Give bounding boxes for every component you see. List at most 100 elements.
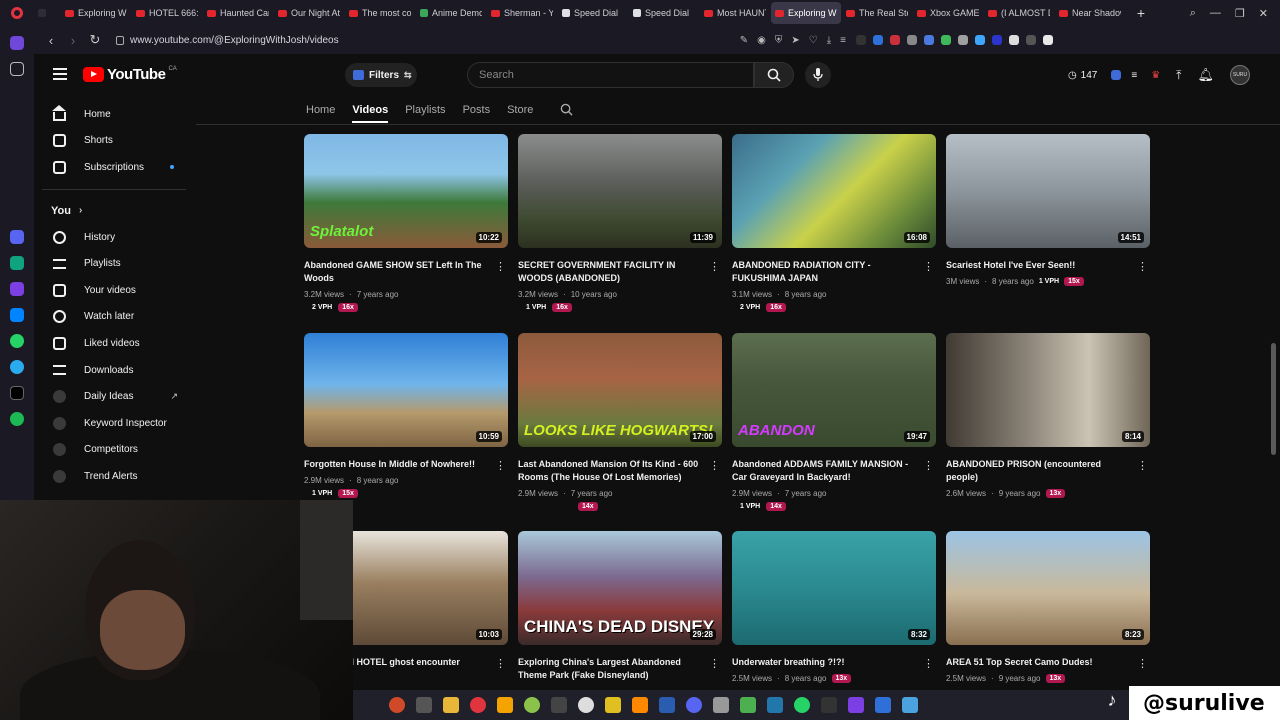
more-options-icon[interactable]: ⋮ [709,657,720,670]
more-options-icon[interactable]: ⋮ [1137,657,1148,670]
browser-tab[interactable]: Speed Dial [558,2,628,24]
video-card[interactable]: CHINA'S DEAD DISNEY 29:28 Exploring China'… [518,531,722,682]
new-tab-icon[interactable]: + [1132,4,1150,22]
video-thumbnail[interactable]: 11:39 [518,134,722,248]
extension-icon[interactable] [975,35,985,45]
sidebar-item-liked-videos[interactable]: Liked videos [34,330,194,357]
search-button[interactable] [754,62,794,88]
bookmarks-icon[interactable] [10,62,24,76]
minimize-icon[interactable]: — [1210,7,1221,20]
extension-icon[interactable] [890,35,900,45]
taskbar-app-icon[interactable] [551,697,567,713]
video-title[interactable]: Abandoned GAME SHOW SET Left In The Wood… [304,259,508,285]
video-title[interactable]: ABANDONED RADIATION CITY - FUKUSHIMA JAP… [732,259,936,285]
sidebar-item-trend-alerts[interactable]: Trend Alerts [34,463,194,490]
sidebar-item-competitors[interactable]: Competitors [34,437,194,464]
video-thumbnail[interactable]: 8:32 [732,531,936,645]
watch-counter[interactable]: ◷ 147 ≡ ♛ [1068,70,1160,81]
browser-tab[interactable]: Anime Demon [416,2,486,24]
reload-icon[interactable]: ↻ [84,32,106,48]
extension-icon[interactable] [1111,70,1122,80]
sidebar-you-header[interactable]: You › [34,198,194,224]
back-icon[interactable]: ‹ [40,33,62,48]
video-card[interactable]: 8:23 AREA 51 Top Secret Camo Dudes! ⋮ 2.5M … [946,531,1150,683]
video-thumbnail[interactable]: 10:59 [304,333,508,447]
sidebar-item-keyword-inspector[interactable]: Keyword Inspector [34,410,194,437]
taskbar-app-icon[interactable] [389,697,405,713]
taskbar-app-icon[interactable] [524,697,540,713]
browser-tab[interactable]: Sherman - Yo [487,2,557,24]
heart-icon[interactable]: ♡ [809,35,818,46]
sidebar-item-playlists[interactable]: Playlists [34,250,194,277]
upload-icon[interactable]: ⤒ [1176,68,1181,83]
close-window-icon[interactable]: ✕ [1259,7,1268,20]
taskbar-app-icon[interactable] [848,697,864,713]
taskbar-app-icon[interactable] [767,697,783,713]
more-options-icon[interactable]: ⋮ [1137,459,1148,472]
messenger-icon[interactable] [10,308,24,322]
sidebar-item-history[interactable]: History [34,224,194,251]
more-options-icon[interactable]: ⋮ [709,260,720,273]
notifications-icon[interactable]: 🔔︎ [1197,67,1214,83]
browser-tab[interactable]: Most HAUNT [700,2,770,24]
folder-icon[interactable] [443,697,459,713]
video-thumbnail[interactable]: 16:08 [732,134,936,248]
taskbar-app-icon[interactable] [875,697,891,713]
browser-tab[interactable]: HOTEL 666: D [132,2,202,24]
extension-icon[interactable] [1026,35,1036,45]
video-thumbnail[interactable]: 8:14 [946,333,1150,447]
camera-icon[interactable]: ◉ [757,35,766,46]
video-title[interactable]: Exploring China's Largest Abandoned Them… [518,656,722,682]
browser-tab[interactable]: Speed Dial [629,2,699,24]
x-icon[interactable] [10,386,24,400]
browser-tab[interactable]: Exploring With [61,2,131,24]
video-card[interactable]: 11:39 SECRET GOVERNMENT FACILITY IN WOODS… [518,134,722,312]
taskbar-app-icon[interactable] [902,697,918,713]
video-card[interactable]: 8:14 ABANDONED PRISON (encountered people… [946,333,1150,498]
video-card[interactable]: LOOKS LIKE HOGWARTS! 17:00 Last Abandoned … [518,333,722,511]
video-title[interactable]: Last Abandoned Mansion Of Its Kind - 600… [518,458,722,484]
browser-tab[interactable]: Xbox GAME P [913,2,983,24]
download-icon[interactable]: ⤓ [827,35,831,46]
video-thumbnail[interactable]: CHINA'S DEAD DISNEY 29:28 [518,531,722,645]
maximize-icon[interactable]: ❐ [1235,7,1245,20]
search-input[interactable]: Search [467,62,754,88]
video-thumbnail[interactable]: LOOKS LIKE HOGWARTS! 17:00 [518,333,722,447]
more-options-icon[interactable]: ⋮ [709,459,720,472]
spotify-icon[interactable] [10,412,24,426]
tab-store[interactable]: Store [507,104,533,116]
browser-tab[interactable]: Haunted Cam [203,2,273,24]
trophy-icon[interactable]: ♛ [1151,70,1160,81]
edit-icon[interactable]: ✎ [740,35,748,46]
filters-button[interactable]: Filters ⇆ [345,63,417,87]
more-options-icon[interactable]: ⋮ [495,260,506,273]
vlc-icon[interactable] [632,697,648,713]
browser-tab[interactable]: Exploring With Josh - Y [771,2,841,24]
video-card[interactable]: Splatalot 10:22 Abandoned GAME SHOW SET Le… [304,134,508,312]
video-card[interactable]: 16:08 ABANDONED RADIATION CITY - FUKUSHIM… [732,134,936,312]
hamburger-menu-icon[interactable] [53,68,67,80]
video-thumbnail[interactable]: ABANDON 19:47 [732,333,936,447]
video-title[interactable]: ABANDONED PRISON (encountered people) [946,458,1150,484]
extension-icon[interactable] [941,35,951,45]
more-options-icon[interactable]: ⋮ [495,459,506,472]
search-tabs-icon[interactable]: ⌕ [1190,7,1196,20]
extension-icon[interactable] [1009,35,1019,45]
forward-icon[interactable]: › [62,33,84,48]
video-card[interactable]: ABANDON 19:47 Abandoned ADDAMS FAMILY MANS… [732,333,936,511]
opera-icon[interactable] [470,697,486,713]
voice-search-button[interactable] [805,62,831,88]
sidebar-item-shorts[interactable]: Shorts [34,128,194,155]
video-title[interactable]: Forgotten House In Middle of Nowhere!! [304,458,508,471]
url-field[interactable]: www.youtube.com/@ExploringWithJosh/video… [116,29,856,51]
sidebar-item-home[interactable]: Home [34,101,194,128]
list-icon[interactable]: ≡ [1131,70,1137,81]
video-thumbnail[interactable]: 14:51 [946,134,1150,248]
browser-tab[interactable]: (I ALMOST DI [984,2,1054,24]
video-title[interactable]: Scariest Hotel I've Ever Seen!! [946,259,1150,272]
whatsapp-icon[interactable] [794,697,810,713]
video-card[interactable]: 8:32 Underwater breathing ?!?! ⋮ 2.5M views… [732,531,936,683]
extension-icon[interactable] [924,35,934,45]
video-card[interactable]: 10:59 Forgotten House In Middle of Nowher… [304,333,508,498]
browser-tab[interactable] [34,2,60,24]
